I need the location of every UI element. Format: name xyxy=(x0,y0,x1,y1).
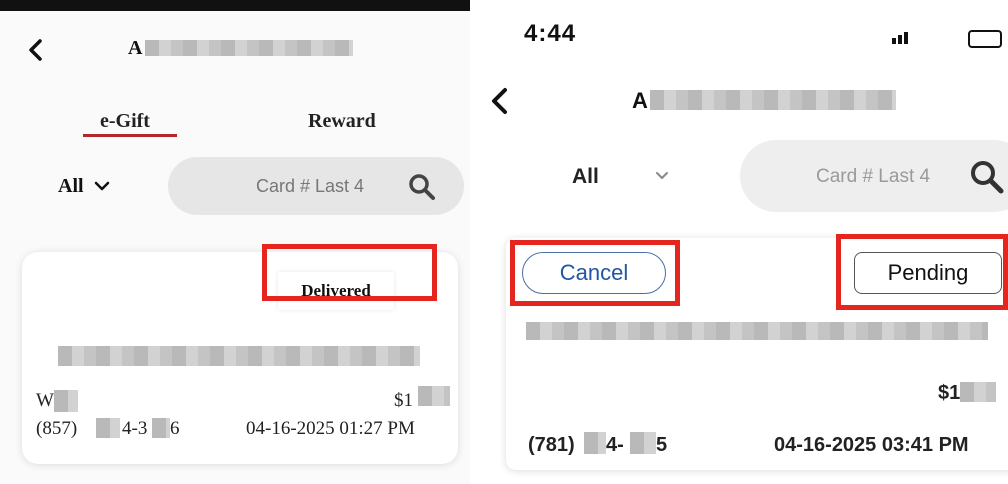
filter-label: All xyxy=(58,175,84,197)
back-button[interactable] xyxy=(24,36,48,64)
chevron-left-icon xyxy=(29,39,42,61)
chevron-down-icon xyxy=(94,181,109,191)
phone-area: (857) xyxy=(36,418,78,439)
redacted-amount xyxy=(418,386,450,406)
phone-end: 6 xyxy=(170,418,180,439)
redacted-phone-1 xyxy=(584,432,606,454)
screenshot-right: 4:44 A All Card # Last 4 Cancel Pending … xyxy=(474,0,1008,484)
search-icon[interactable] xyxy=(408,173,436,201)
search-input[interactable]: Card # Last 4 xyxy=(168,157,464,215)
status-bar xyxy=(0,0,470,11)
screenshot-left: A e-Gift Reward All Card # Last 4 Delive… xyxy=(0,0,470,484)
redacted-phone-2 xyxy=(152,418,170,438)
page-title: A xyxy=(632,88,648,113)
redacted-card-number xyxy=(526,322,988,340)
redacted-name xyxy=(54,390,78,412)
tab-egift[interactable]: e-Gift xyxy=(100,110,150,133)
search-placeholder: Card # Last 4 xyxy=(256,176,365,196)
phone-area: (781) xyxy=(528,434,575,456)
chevron-left-icon xyxy=(492,88,507,114)
redacted-title xyxy=(650,90,896,110)
battery-icon xyxy=(968,30,1002,48)
highlight-box-cancel xyxy=(510,240,680,306)
redacted-title xyxy=(145,40,353,56)
filter-dropdown[interactable]: All xyxy=(58,175,111,198)
chevron-down-icon[interactable] xyxy=(654,170,670,182)
highlight-box-status xyxy=(836,234,1008,310)
card-datetime: 04-16-2025 03:41 PM xyxy=(774,434,969,456)
search-placeholder: Card # Last 4 xyxy=(816,166,931,187)
phone-end: 5 xyxy=(656,434,668,456)
redacted-card-number xyxy=(58,346,420,366)
redacted-phone-2 xyxy=(630,432,656,454)
phone-mid: 4- xyxy=(606,434,624,456)
card-amount: $1 xyxy=(394,390,413,411)
tab-active-underline xyxy=(83,134,177,137)
redacted-phone-1 xyxy=(96,418,120,438)
back-button[interactable] xyxy=(488,86,512,116)
search-icon[interactable] xyxy=(970,160,1004,194)
signal-icon xyxy=(892,32,916,44)
filter-label[interactable]: All xyxy=(572,165,599,189)
card-amount: $1 xyxy=(938,382,961,404)
status-bar-time: 4:44 xyxy=(524,20,577,47)
recipient-name: W xyxy=(36,390,54,411)
redacted-amount xyxy=(960,382,996,402)
highlight-box-status xyxy=(262,244,437,301)
search-input[interactable]: Card # Last 4 xyxy=(740,140,1008,212)
phone-mid: 4-3 xyxy=(122,418,148,439)
page-title: A xyxy=(128,37,143,59)
tab-reward[interactable]: Reward xyxy=(308,110,376,133)
card-datetime: 04-16-2025 01:27 PM xyxy=(246,418,415,439)
